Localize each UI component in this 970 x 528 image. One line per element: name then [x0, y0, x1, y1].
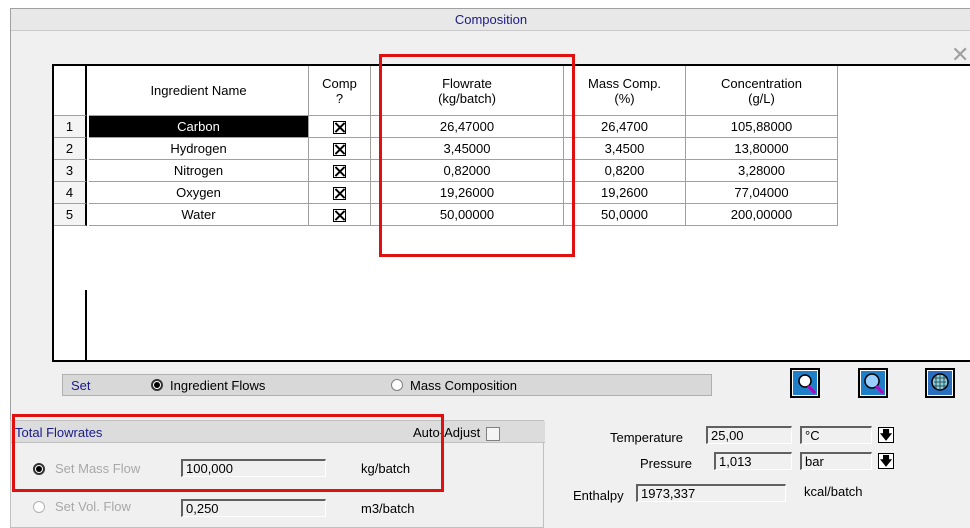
flowrate-cell[interactable]: 3,45000 — [371, 138, 564, 160]
row-number[interactable]: 1 — [54, 116, 87, 138]
comp-checkbox[interactable] — [333, 143, 346, 157]
temperature-label: Temperature — [610, 430, 683, 445]
row-number[interactable]: 3 — [54, 160, 87, 182]
set-vol-flow-label: Set Vol. Flow — [55, 499, 131, 514]
magnifier-icon[interactable] — [858, 368, 888, 398]
column-header-comp[interactable]: Comp? — [309, 66, 371, 116]
mass-comp-cell[interactable]: 26,4700 — [564, 116, 686, 138]
concentration-cell[interactable]: 13,80000 — [686, 138, 838, 160]
comp-checkbox-cell[interactable] — [309, 182, 371, 204]
close-icon[interactable]: ✕ — [951, 45, 969, 67]
column-header-mass-comp[interactable]: Mass Comp. (%) — [564, 66, 686, 116]
flowrate-cell[interactable]: 0,82000 — [371, 160, 564, 182]
pressure-field[interactable]: 1,013 — [714, 452, 792, 470]
row-number[interactable]: 2 — [54, 138, 87, 160]
auto-adjust-checkbox[interactable] — [486, 426, 501, 441]
pressure-label: Pressure — [640, 456, 693, 471]
auto-adjust-label: Auto-Adjust — [413, 425, 481, 440]
column-header-ingredient-name[interactable]: Ingredient Name — [89, 66, 309, 116]
enthalpy-unit: kcal/batch — [804, 484, 863, 499]
name-cell[interactable]: Hydrogen — [89, 138, 309, 160]
comp-checkbox[interactable] — [333, 165, 346, 179]
mass-comp-cell[interactable]: 50,0000 — [564, 204, 686, 226]
mass-comp-cell[interactable]: 19,2600 — [564, 182, 686, 204]
set-mass-flow-label: Set Mass Flow — [55, 461, 141, 476]
mass-comp-cell[interactable]: 3,4500 — [564, 138, 686, 160]
total-flowrates-header: Total Flowrates Auto-Adjust — [11, 421, 545, 443]
set-bar: Set Ingredient Flows Mass Composition — [62, 374, 712, 396]
set-vol-flow-radio[interactable] — [33, 501, 45, 513]
row-number[interactable]: 5 — [54, 204, 87, 226]
flowrate-cell[interactable]: 50,00000 — [371, 204, 564, 226]
comp-checkbox-cell[interactable] — [309, 116, 371, 138]
name-cell[interactable]: Nitrogen — [89, 160, 309, 182]
concentration-cell[interactable]: 105,88000 — [686, 116, 838, 138]
comp-checkbox[interactable] — [333, 209, 346, 223]
temperature-dropdown-arrow-icon[interactable]: 🡇 — [878, 427, 894, 443]
comp-checkbox-cell[interactable] — [309, 160, 371, 182]
comp-checkbox-cell[interactable] — [309, 138, 371, 160]
column-header-concentration[interactable]: Concentration (g/L) — [686, 66, 838, 116]
name-cell[interactable]: Water — [89, 204, 309, 226]
enthalpy-field: 1973,337 — [636, 484, 786, 502]
row-header-column — [54, 290, 87, 362]
mass-comp-cell[interactable]: 0,8200 — [564, 160, 686, 182]
mass-composition-radio[interactable] — [391, 379, 403, 391]
row-header-corner — [54, 66, 87, 116]
concentration-cell[interactable]: 3,28000 — [686, 160, 838, 182]
column-header-flowrate[interactable]: Flowrate (kg/batch) — [371, 66, 564, 116]
concentration-cell[interactable]: 77,04000 — [686, 182, 838, 204]
vol-flow-unit: m3/batch — [361, 501, 415, 516]
mass-composition-option[interactable]: Mass Composition — [391, 378, 517, 393]
flowrate-cell[interactable]: 26,47000 — [371, 116, 564, 138]
enthalpy-label: Enthalpy — [573, 488, 624, 503]
ingredient-table: Ingredient Name Comp? Flowrate (kg/batch)… — [52, 64, 970, 362]
auto-adjust-toggle[interactable]: Auto-Adjust — [413, 425, 501, 441]
flowrate-cell[interactable]: 19,26000 — [371, 182, 564, 204]
mass-flow-field[interactable]: 100,000 — [181, 459, 326, 477]
magnifier-grid-icon[interactable] — [925, 368, 955, 398]
set-mass-flow-radio[interactable] — [33, 463, 45, 475]
window-title: Composition — [11, 9, 970, 31]
ingredient-flows-label: Ingredient Flows — [170, 377, 266, 393]
comp-checkbox[interactable] — [333, 121, 346, 135]
name-cell[interactable]: Oxygen — [89, 182, 309, 204]
comp-checkbox-cell[interactable] — [309, 204, 371, 226]
temperature-field[interactable]: 25,00 — [706, 426, 792, 444]
total-flowrates-panel: Total Flowrates Auto-Adjust Set Mass Flo… — [10, 420, 545, 528]
ingredient-flows-option[interactable]: Ingredient Flows — [151, 378, 391, 393]
pressure-unit-select[interactable]: bar — [800, 452, 872, 470]
temperature-unit-select[interactable]: °C — [800, 426, 872, 444]
mass-flow-unit: kg/batch — [361, 461, 411, 476]
magnifier-icon[interactable] — [790, 368, 820, 398]
total-flowrates-title: Total Flowrates — [15, 425, 103, 440]
row-number[interactable]: 4 — [54, 182, 87, 204]
comp-checkbox[interactable] — [333, 187, 346, 201]
mass-composition-label: Mass Composition — [410, 377, 517, 393]
set-label: Set — [71, 377, 91, 393]
ingredient-flows-radio[interactable] — [151, 379, 163, 391]
name-cell[interactable]: Carbon — [89, 116, 309, 138]
pressure-dropdown-arrow-icon[interactable]: 🡇 — [878, 453, 894, 469]
concentration-cell[interactable]: 200,00000 — [686, 204, 838, 226]
vol-flow-field[interactable]: 0,250 — [181, 499, 326, 517]
